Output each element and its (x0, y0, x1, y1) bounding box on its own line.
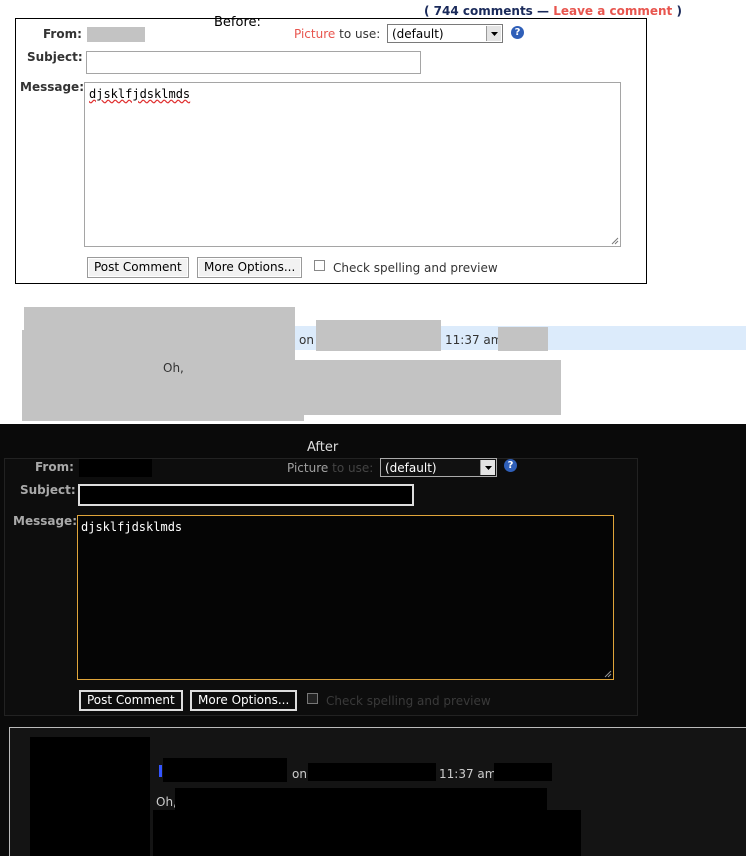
before-more-options-button[interactable]: More Options... (197, 257, 303, 278)
before-chevron-down-icon (486, 26, 501, 41)
after-picture-select-value: (default) (385, 461, 437, 475)
paren-open: ( (424, 4, 430, 18)
after-comment-body-redacted-2 (153, 810, 581, 856)
after-picture-label: Picture to use: (287, 461, 373, 475)
before-spellcheck-checkbox[interactable] (314, 260, 325, 271)
after-from-label: From: (35, 460, 74, 474)
after-message-textarea[interactable]: djsklfjdsklmds (77, 515, 614, 680)
after-help-icon[interactable]: ? (504, 459, 517, 472)
before-subject-input[interactable] (86, 51, 421, 74)
after-picture-select[interactable]: (default) (380, 458, 497, 477)
before-comment-body-redacted (186, 360, 561, 415)
after-chevron-down-icon (480, 460, 495, 475)
after-message-text: djsklfjdsklmds (81, 520, 183, 534)
after-user-icon (159, 765, 162, 777)
after-comment-user-redacted (163, 758, 287, 782)
before-resize-grip-icon[interactable] (610, 236, 619, 245)
before-comment-on: on (299, 333, 314, 347)
after-picture-link[interactable]: Picture (287, 461, 328, 475)
after-avatar-redacted (30, 737, 150, 856)
before-picture-label: Picture to use: (294, 27, 380, 41)
after-subject-label: Subject: (20, 483, 76, 497)
comments-count-link[interactable]: 744 comments (434, 4, 533, 18)
comments-link-line: ( 744 comments — Leave a comment ) (424, 4, 682, 18)
before-from-redacted (87, 27, 145, 42)
after-heading: After (307, 440, 339, 455)
before-post-comment-button[interactable]: Post Comment (87, 257, 189, 278)
before-message-textarea[interactable]: djsklfjdsklmds (84, 82, 621, 247)
after-comment-on: on (292, 767, 307, 781)
after-more-options-button[interactable]: More Options... (190, 690, 298, 711)
after-resize-grip-icon[interactable] (603, 669, 612, 678)
after-spellcheck-label: Check spelling and preview (326, 694, 491, 708)
leave-comment-link[interactable]: Leave a comment (553, 4, 672, 18)
after-comment-date-redacted (308, 763, 436, 781)
after-post-comment-button[interactable]: Post Comment (79, 690, 183, 711)
before-comment-body: Oh, (163, 361, 184, 375)
before-comment-time: 11:37 am (445, 333, 503, 347)
before-subject-label: Subject: (27, 50, 83, 64)
after-subject-input[interactable] (78, 484, 414, 506)
after-comment-extra-redacted (494, 763, 552, 781)
before-spellcheck-label: Check spelling and preview (333, 261, 498, 275)
dash: — (537, 4, 550, 18)
before-picture-link[interactable]: Picture (294, 27, 335, 41)
before-heading: Before: (214, 15, 261, 30)
before-comment-user-redacted (316, 320, 441, 351)
before-to-use: to use: (339, 27, 381, 41)
before-help-icon[interactable]: ? (511, 26, 524, 39)
before-message-text: djsklfjdsklmds (89, 87, 191, 101)
after-message-label: Message: (13, 514, 77, 528)
after-spellcheck-checkbox[interactable] (307, 693, 318, 704)
before-picture-select-value: (default) (392, 27, 444, 41)
before-picture-select[interactable]: (default) (387, 24, 503, 43)
before-message-label: Message: (20, 80, 84, 94)
before-from-label: From: (43, 27, 82, 41)
after-to-use: to use: (332, 461, 374, 475)
after-comment-time: 11:37 am (439, 767, 497, 781)
before-comment-date-redacted (498, 327, 548, 351)
paren-close: ) (676, 4, 682, 18)
after-comment-body: Oh, (156, 795, 177, 809)
after-from-redacted (79, 459, 152, 477)
